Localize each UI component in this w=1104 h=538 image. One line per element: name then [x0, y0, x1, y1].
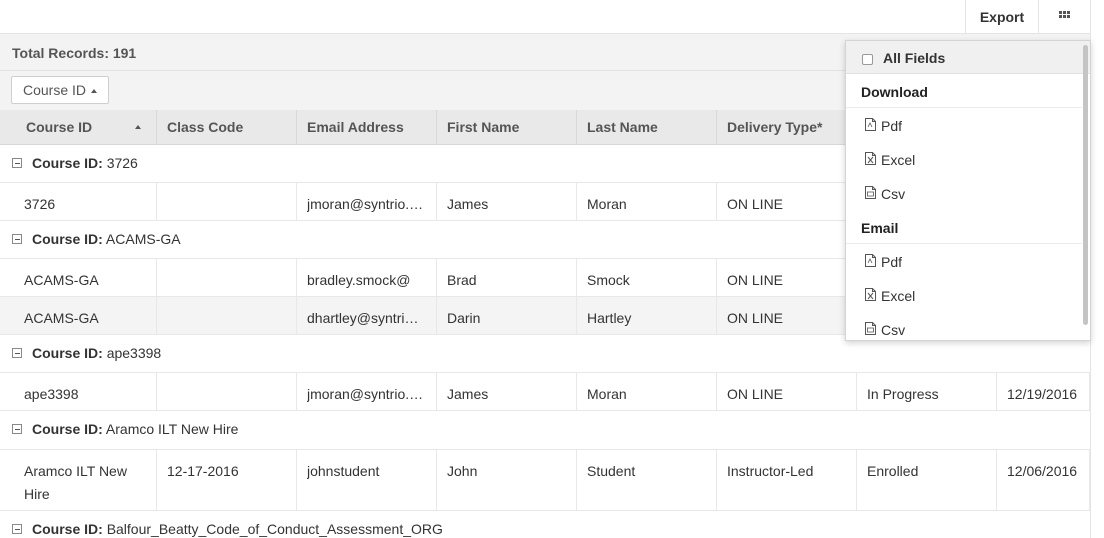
cell-first-name: James: [437, 183, 577, 220]
cell-email-address: jmoran@syntrio.com: [297, 183, 437, 220]
export-dropdown-menu: All Fields Download Pdf Excel Csv Email …: [845, 40, 1091, 341]
all-fields-option[interactable]: All Fields: [846, 41, 1090, 74]
column-chooser-button[interactable]: [1038, 0, 1090, 34]
cell-first-name: John: [437, 450, 577, 510]
email-section-header: Email: [846, 211, 1082, 244]
group-by-course-id-chip[interactable]: Course ID: [11, 76, 110, 104]
cell-last-name: Student: [577, 450, 717, 510]
cell-email-address: jmoran@syntrio.com: [297, 373, 437, 410]
email-csv-label: Csv: [881, 322, 906, 338]
collapse-icon[interactable]: [12, 424, 22, 434]
cell-delivery-type: ON LINE: [717, 259, 857, 296]
all-fields-label: All Fields: [883, 50, 946, 66]
cell-first-name: James: [437, 373, 577, 410]
cell-course-id: ACAMS-GA: [0, 259, 157, 296]
email-csv-item[interactable]: Csv: [846, 312, 1082, 340]
group-label: Course ID: ape3398: [32, 345, 162, 361]
cell-email-address: johnstudent: [297, 450, 437, 510]
cell-class-code: 12-17-2016: [157, 450, 297, 510]
cell-course-id: ACAMS-GA: [0, 297, 157, 334]
table-row[interactable]: ape3398 jmoran@syntrio.com James Moran O…: [0, 373, 1090, 411]
cell-first-name: Brad: [437, 259, 577, 296]
download-excel-label: Excel: [881, 152, 916, 168]
column-header-class-code[interactable]: Class Code: [157, 110, 297, 145]
cell-delivery-type: ON LINE: [717, 373, 857, 410]
table-row[interactable]: Aramco ILT New Hire 12-17-2016 johnstude…: [0, 450, 1090, 511]
column-header-course-id[interactable]: Course ID: [0, 110, 157, 145]
csv-file-icon: [865, 186, 876, 199]
group-row: Course ID: Balfour_Beatty_Code_of_Conduc…: [0, 511, 1090, 538]
excel-file-icon: [865, 152, 876, 165]
pdf-file-icon: [865, 254, 876, 267]
sort-ascending-icon: [91, 89, 98, 93]
collapse-icon[interactable]: [12, 348, 22, 358]
email-pdf-label: Pdf: [881, 254, 903, 270]
email-excel-item[interactable]: Excel: [846, 278, 1082, 312]
download-csv-item[interactable]: Csv: [846, 176, 1082, 210]
cell-status: Enrolled: [857, 450, 997, 510]
download-section-header: Download: [846, 75, 1082, 108]
cell-last-name: Moran: [577, 183, 717, 220]
cell-course-id: ape3398: [0, 373, 157, 410]
cell-status: In Progress: [857, 373, 997, 410]
cell-first-name: Darin: [437, 297, 577, 334]
group-label: Course ID: 3726: [32, 155, 138, 171]
total-records-label: Total Records: 191: [12, 45, 137, 61]
column-header-delivery-type[interactable]: Delivery Type*: [717, 110, 857, 145]
page-scrollbar[interactable]: [1090, 0, 1104, 538]
csv-file-icon: [865, 322, 876, 335]
collapse-icon[interactable]: [12, 524, 22, 534]
excel-file-icon: [865, 288, 876, 301]
cell-email-address: bradley.smock@: [297, 259, 437, 296]
cell-class-code: [157, 297, 297, 334]
cell-last-name: Hartley: [577, 297, 717, 334]
column-header-email-address[interactable]: Email Address: [297, 110, 437, 145]
cell-delivery-type: ON LINE: [717, 183, 857, 220]
pdf-file-icon: [865, 118, 876, 131]
cell-class-code: [157, 373, 297, 410]
cell-date: 12/19/2016: [997, 373, 1090, 410]
download-pdf-item[interactable]: Pdf: [846, 108, 1082, 142]
cell-email-address: dhartley@syntrio.com: [297, 297, 437, 334]
top-toolbar: Export: [0, 0, 1090, 34]
cell-class-code: [157, 183, 297, 220]
group-label: Course ID: ACAMS-GA: [32, 231, 181, 247]
sort-ascending-icon: [135, 125, 141, 129]
cell-date: 12/06/2016: [997, 450, 1090, 510]
collapse-icon[interactable]: [12, 234, 22, 244]
group-chip-label: Course ID: [23, 82, 87, 98]
cell-class-code: [157, 259, 297, 296]
group-label: Course ID: Balfour_Beatty_Code_of_Conduc…: [32, 521, 443, 537]
cell-course-id: 3726: [0, 183, 157, 220]
email-pdf-item[interactable]: Pdf: [846, 244, 1082, 278]
column-header-first-name[interactable]: First Name: [437, 110, 577, 145]
cell-delivery-type: Instructor-Led: [717, 450, 857, 510]
cell-last-name: Moran: [577, 373, 717, 410]
group-label: Course ID: Aramco ILT New Hire: [32, 421, 239, 437]
all-fields-checkbox[interactable]: [862, 54, 873, 65]
email-excel-label: Excel: [881, 288, 916, 304]
dropdown-scrollbar-thumb[interactable]: [1083, 45, 1088, 325]
column-header-last-name[interactable]: Last Name: [577, 110, 717, 145]
export-button[interactable]: Export: [965, 0, 1038, 34]
cell-course-id: Aramco ILT New Hire: [0, 450, 157, 510]
cell-last-name: Smock: [577, 259, 717, 296]
collapse-icon[interactable]: [12, 158, 22, 168]
download-csv-label: Csv: [881, 186, 906, 202]
cell-delivery-type: ON LINE: [717, 297, 857, 334]
download-excel-item[interactable]: Excel: [846, 142, 1082, 176]
download-pdf-label: Pdf: [881, 118, 903, 134]
group-row: Course ID: Aramco ILT New Hire: [0, 411, 1090, 450]
